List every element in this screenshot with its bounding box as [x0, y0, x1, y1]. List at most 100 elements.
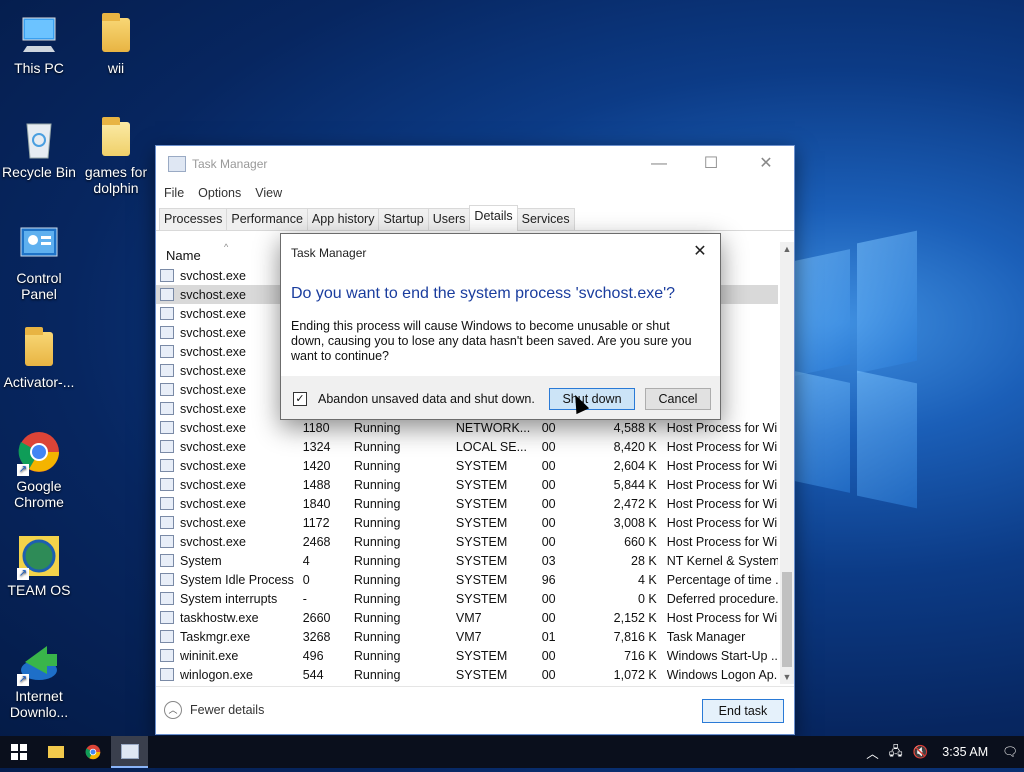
cell-user: VM7	[455, 629, 482, 644]
desktop-icon-wii[interactable]: wii	[77, 12, 155, 76]
process-name: svchost.exe	[180, 420, 247, 435]
cell-desc: Host Process for Wi...	[666, 610, 778, 625]
desktop-icon-label: Internet Downlo...	[9, 688, 69, 720]
process-icon	[160, 535, 174, 548]
clock[interactable]: 3:35 AM	[942, 745, 988, 759]
chevron-up-icon: ︿	[164, 701, 182, 719]
abandon-data-checkbox[interactable]: ✓	[293, 392, 307, 406]
control-panel-icon	[17, 222, 61, 266]
desktop-icon-activator[interactable]: Activator-...	[0, 326, 78, 390]
chrome-icon: ↗	[17, 430, 61, 476]
cell-cpu: 00	[541, 667, 556, 682]
scrollbar-thumb[interactable]	[782, 572, 792, 667]
tab-processes[interactable]: Processes	[159, 208, 228, 230]
table-row[interactable]: svchost.exe 1488 Running SYSTEM 00 5,844 K Hos…	[156, 475, 778, 494]
tab-details[interactable]: Details	[469, 205, 518, 231]
abandon-data-label[interactable]: Abandon unsaved data and shut down.	[318, 392, 535, 406]
cell-name: svchost.exe	[156, 269, 297, 283]
maximize-button[interactable]: ☐	[686, 146, 736, 182]
cancel-button[interactable]: Cancel	[645, 388, 711, 410]
task-manager-icon	[120, 744, 139, 759]
menu-view[interactable]: View	[255, 186, 282, 200]
table-row[interactable]: svchost.exe 1172 Running SYSTEM 00 3,008 K Hos…	[156, 513, 778, 532]
dialog-close-button[interactable]: ✕	[688, 240, 712, 264]
folder-icon	[17, 326, 61, 370]
cell-cpu: 00	[541, 648, 556, 663]
scroll-up-icon[interactable]: ▲	[780, 244, 794, 254]
cell-cpu: 01	[541, 629, 556, 644]
volume-muted-icon[interactable]: 🔇	[913, 745, 929, 760]
table-row[interactable]: taskhostw.exe 2660 Running VM7 00 2,152 K Host…	[156, 608, 778, 627]
menu-options[interactable]: Options	[198, 186, 241, 200]
table-row[interactable]: wininit.exe 496 Running SYSTEM 00 716 K Window…	[156, 646, 778, 665]
end-task-button[interactable]: End task	[702, 699, 784, 723]
cell-user: SYSTEM	[455, 515, 508, 530]
cell-status: Running	[353, 591, 401, 606]
dialog-question: Do you want to end the system process 's…	[291, 285, 676, 302]
table-row[interactable]: svchost.exe 1420 Running SYSTEM 00 2,604 K Hos…	[156, 456, 778, 475]
minimize-button[interactable]: —	[634, 146, 684, 182]
close-icon: ✕	[759, 155, 773, 172]
table-row[interactable]: System Idle Process 0 Running SYSTEM 96 4 K Pe…	[156, 570, 778, 589]
cell-cpu: 00	[541, 458, 556, 473]
action-center-icon[interactable]: 🗨	[1002, 745, 1018, 760]
desktop-icon-google-chrome[interactable]: ↗ Google Chrome	[0, 430, 78, 510]
chevron-up-icon[interactable]: ︿	[866, 743, 879, 762]
close-button[interactable]: ✕	[741, 146, 791, 182]
cell-name: taskhostw.exe	[156, 611, 297, 625]
tab-services[interactable]: Services	[516, 208, 575, 230]
cell-cpu: 00	[541, 534, 556, 549]
cell-pid: 1840	[302, 496, 331, 511]
scroll-down-icon[interactable]: ▼	[780, 672, 794, 682]
table-row[interactable]: svchost.exe 1180 Running NETWORK... 00 4,588 …	[156, 418, 778, 437]
sort-ascending-icon: ^	[224, 242, 229, 252]
tab-app-history[interactable]: App history	[306, 208, 380, 230]
table-row[interactable]: svchost.exe 1324 Running LOCAL SE... 00 8,420…	[156, 437, 778, 456]
menu-file[interactable]: File	[164, 186, 184, 200]
shut-down-button[interactable]: Shut down	[549, 388, 635, 410]
desktop-icon-recycle-bin[interactable]: Recycle Bin	[0, 116, 78, 180]
cell-cpu: 00	[541, 420, 556, 435]
tab-startup[interactable]: Startup	[378, 208, 429, 230]
tab-users[interactable]: Users	[427, 208, 471, 230]
process-name: svchost.exe	[180, 344, 247, 359]
start-button[interactable]	[0, 736, 37, 768]
desktop-icon-control-panel[interactable]: Control Panel	[0, 222, 78, 302]
desktop-icon-games-for-dolphin[interactable]: games for dolphin	[77, 116, 155, 196]
desktop-icon-this-pc[interactable]: This PC	[0, 12, 78, 76]
desktop-icon-team-os[interactable]: ↗ TEAM OS	[0, 534, 78, 598]
table-row[interactable]: Taskmgr.exe 3268 Running VM7 01 7,816 K Task M…	[156, 627, 778, 646]
table-row[interactable]: System interrupts - Running SYSTEM 00 0 K Defe…	[156, 589, 778, 608]
cell-pid: 1420	[302, 458, 331, 473]
table-row[interactable]: svchost.exe 2468 Running SYSTEM 00 660 K Host …	[156, 532, 778, 551]
shortcut-arrow-icon: ↗	[17, 674, 29, 686]
process-icon	[160, 269, 174, 282]
cell-desc: Task Manager	[666, 629, 746, 644]
taskbar-chrome[interactable]	[74, 736, 111, 768]
desktop-icon-internet-download-manager[interactable]: ↗ Internet Downlo...	[0, 640, 78, 720]
cell-name: svchost.exe	[156, 307, 297, 321]
table-row[interactable]: winlogon.exe 544 Running SYSTEM 00 1,072 K Win…	[156, 665, 778, 684]
cell-pid: 1488	[302, 477, 331, 492]
taskbar-task-manager[interactable]	[111, 736, 148, 768]
process-icon	[160, 288, 174, 301]
network-icon[interactable]: 🖧	[889, 742, 903, 763]
dialog-message: Ending this process will cause Windows t…	[291, 319, 692, 363]
process-name: svchost.exe	[180, 458, 247, 473]
tab-performance[interactable]: Performance	[226, 208, 308, 230]
cell-name: Taskmgr.exe	[156, 630, 297, 644]
process-icon	[160, 383, 174, 396]
table-row[interactable]: System 4 Running SYSTEM 03 28 K NT Kernel & Sy…	[156, 551, 778, 570]
fewer-details-link[interactable]: ︿ Fewer details	[164, 701, 264, 719]
cell-desc: Windows Logon Ap...	[666, 667, 778, 682]
system-tray: ︿ 🖧 🔇 3:35 AM 🗨	[866, 736, 1018, 768]
folder-icon	[94, 12, 138, 56]
vertical-scrollbar[interactable]: ▲ ▼	[780, 242, 794, 684]
dialog-footer: ✓ Abandon unsaved data and shut down. Sh…	[281, 376, 720, 419]
cell-user: SYSTEM	[455, 458, 508, 473]
taskbar-file-explorer[interactable]	[37, 736, 74, 768]
cell-cpu: 03	[541, 553, 556, 568]
table-row[interactable]: svchost.exe 1840 Running SYSTEM 00 2,472 K Hos…	[156, 494, 778, 513]
fewer-details-label: Fewer details	[190, 703, 265, 717]
minimize-icon: —	[651, 155, 667, 172]
